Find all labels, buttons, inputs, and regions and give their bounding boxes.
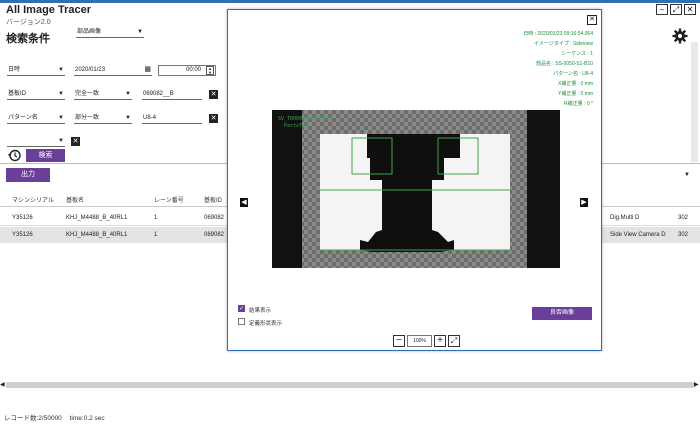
board-id-input[interactable]: 069082__B bbox=[142, 89, 202, 100]
history-icon[interactable] bbox=[8, 149, 21, 162]
info-pattern-name: パターン名 : U8-4 bbox=[553, 71, 593, 77]
maximize-button[interactable]: ⤢ bbox=[670, 4, 682, 15]
minimize-button[interactable]: – bbox=[656, 4, 668, 15]
window-top-border bbox=[0, 0, 700, 3]
pattern-match-value: 部分一致 bbox=[75, 115, 100, 121]
board-id-remove-icon[interactable]: ✕ bbox=[209, 90, 218, 99]
compare-image-button[interactable]: 良否画像 bbox=[532, 307, 592, 320]
pattern-match-select[interactable]: 部分一致 ▼ bbox=[74, 113, 132, 124]
zoom-in-icon[interactable]: + bbox=[434, 335, 446, 347]
image-viewer-dialog: ✕ 日時 : 2020/01/23 09:16:54.064 イメージタイプ :… bbox=[227, 9, 602, 351]
search-conditions-title: 検索条件 bbox=[6, 33, 50, 45]
overlay-line1: SV_TR0000000000000 bbox=[278, 116, 332, 122]
add-condition-select[interactable]: ▼ bbox=[7, 136, 65, 147]
horizontal-scrollbar[interactable] bbox=[6, 382, 694, 388]
show-result-checkbox[interactable]: ✓ bbox=[238, 305, 245, 312]
column-header-board[interactable]: 基板名 bbox=[66, 195, 84, 204]
pattern-value: U8-4 bbox=[143, 115, 157, 121]
cell-board: KHJ_M4488_B_40RL1 bbox=[66, 215, 128, 221]
chevron-down-icon: ▼ bbox=[125, 91, 131, 97]
category-select[interactable]: 部品画像 ▼ bbox=[76, 27, 144, 38]
chevron-down-icon: ▼ bbox=[58, 91, 64, 97]
cell-camera: Side View Camera D bbox=[610, 232, 666, 238]
cell-number: 302 bbox=[678, 215, 689, 221]
record-count: レコード数:2/50000 bbox=[4, 415, 62, 422]
cell-lane: 1 bbox=[154, 232, 158, 238]
pattern-input[interactable]: U8-4 bbox=[142, 113, 202, 124]
fit-screen-icon[interactable]: ⤢ bbox=[448, 335, 460, 347]
settings-gear-icon[interactable] bbox=[672, 28, 688, 44]
chevron-down-icon: ▼ bbox=[137, 29, 143, 35]
panel-collapse-chevron-icon[interactable]: ▼ bbox=[684, 172, 690, 178]
search-button[interactable]: 検索 bbox=[26, 149, 65, 162]
window-controls: – ⤢ ✕ bbox=[656, 4, 696, 15]
cell-serial: Y35126 bbox=[12, 232, 33, 238]
overlay-line2: PartsTop bbox=[284, 123, 308, 129]
chevron-down-icon: ▼ bbox=[58, 115, 64, 121]
board-id-field-select[interactable]: 基板ID ▼ bbox=[7, 89, 65, 100]
scroll-left-icon[interactable]: ◀ bbox=[0, 381, 5, 388]
date-value: 2020/01/23 bbox=[75, 67, 106, 73]
add-condition-remove-icon[interactable]: ✕ bbox=[71, 137, 80, 146]
vertical-scrollbar[interactable] bbox=[691, 42, 698, 162]
chevron-down-icon: ▼ bbox=[58, 138, 64, 144]
cell-camera: Dig.Multi D bbox=[610, 215, 640, 221]
show-result-label: 結果表示 bbox=[249, 308, 272, 314]
time-value: 00:00 bbox=[185, 67, 201, 73]
board-id-label: 基板ID bbox=[8, 91, 27, 97]
cell-board: KHJ_M4488_B_40RL1 bbox=[66, 232, 128, 238]
output-button[interactable]: 出力 bbox=[6, 168, 50, 182]
pattern-label: パターン名 bbox=[8, 115, 38, 121]
date-field-label: 日時 bbox=[8, 67, 21, 73]
info-sequence: シーケンス : 1 bbox=[561, 51, 593, 57]
component-image[interactable]: SV_TR0000000000000 PartsTop bbox=[272, 110, 560, 268]
info-y-offset: Y補正量 : 0 mm bbox=[557, 91, 593, 97]
zoom-out-icon[interactable]: − bbox=[393, 335, 405, 347]
show-shape-checkbox[interactable] bbox=[238, 318, 245, 325]
date-input[interactable]: 2020/01/23 ▦ bbox=[74, 65, 152, 76]
board-id-match-value: 完全一致 bbox=[75, 91, 100, 97]
status-bar: レコード数:2/50000 time:0.2 sec bbox=[0, 408, 700, 424]
close-button[interactable]: ✕ bbox=[684, 4, 696, 15]
scroll-right-icon[interactable]: ▶ bbox=[694, 381, 699, 388]
info-image-type: イメージタイプ : Sideview bbox=[534, 41, 593, 47]
pattern-remove-icon[interactable]: ✕ bbox=[209, 114, 218, 123]
cell-lane: 1 bbox=[154, 215, 158, 221]
board-id-match-select[interactable]: 完全一致 ▼ bbox=[74, 89, 132, 100]
time-spinner-icon[interactable]: ▲ ▼ bbox=[206, 66, 214, 75]
info-r-offset: R補正量 : 0 ° bbox=[564, 101, 593, 107]
cell-number: 302 bbox=[678, 232, 689, 238]
column-header-lane[interactable]: レーン番号 bbox=[154, 195, 184, 204]
info-part-name: 部品名 : SS-0050-S1-B10 bbox=[536, 61, 593, 67]
pattern-field-select[interactable]: パターン名 ▼ bbox=[7, 113, 65, 124]
app-version: バージョン2.0 bbox=[6, 19, 51, 26]
next-image-button[interactable]: ▶ bbox=[580, 198, 588, 207]
board-id-value: 069082__B bbox=[143, 91, 174, 97]
category-select-value: 部品画像 bbox=[77, 29, 102, 35]
previous-image-button[interactable]: ◀ bbox=[240, 198, 248, 207]
app-title: All Image Tracer bbox=[6, 4, 91, 16]
cell-board-id: 069082 bbox=[204, 232, 225, 238]
elapsed-time: time:0.2 sec bbox=[69, 415, 105, 422]
column-header-serial[interactable]: マシンシリアル bbox=[12, 195, 54, 204]
column-header-board-id[interactable]: 基板ID bbox=[204, 195, 222, 204]
calendar-icon[interactable]: ▦ bbox=[144, 65, 151, 75]
show-shape-label: 定義形状表示 bbox=[249, 321, 283, 327]
chevron-down-icon: ▼ bbox=[125, 115, 131, 121]
chevron-down-icon: ▼ bbox=[58, 67, 64, 73]
date-field-select[interactable]: 日時 ▼ bbox=[7, 65, 65, 76]
cell-serial: Y35126 bbox=[12, 215, 33, 221]
info-x-offset: X補正量 : 0 mm bbox=[557, 81, 593, 87]
info-datetime: 日時 : 2020/01/23 09:16:54.064 bbox=[523, 31, 593, 37]
zoom-level[interactable]: 100% bbox=[407, 335, 432, 347]
cell-board-id: 069082 bbox=[204, 215, 225, 221]
dialog-close-icon[interactable]: ✕ bbox=[587, 15, 597, 25]
